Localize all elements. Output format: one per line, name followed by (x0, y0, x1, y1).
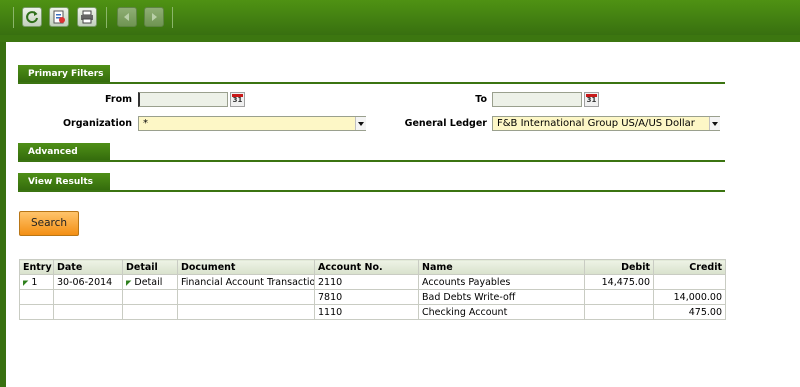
detail-cell (122, 289, 178, 305)
refresh-button[interactable] (22, 7, 42, 27)
to-date-input[interactable] (492, 92, 582, 107)
search-button[interactable]: Search (19, 211, 79, 236)
account-no-cell: 2110 (314, 274, 419, 290)
column-header-detail[interactable]: Detail (122, 259, 178, 275)
from-date-input[interactable] (138, 92, 228, 107)
next-icon (152, 13, 157, 21)
section-divider (18, 82, 725, 84)
credit-cell (653, 274, 726, 290)
print-icon (81, 10, 93, 24)
toolbar-separator (13, 7, 14, 28)
next-button[interactable] (144, 7, 164, 27)
document-cell (177, 304, 315, 320)
entry-link[interactable]: 1 (31, 277, 37, 288)
advanced-filters-tab[interactable]: Advanced Filters (18, 143, 110, 175)
toolbar-separator (172, 7, 173, 28)
column-header-date[interactable]: Date (53, 259, 123, 275)
table-row: 1110 Checking Account 475.00 (19, 304, 726, 320)
debit-cell (584, 304, 654, 320)
column-header-document[interactable]: Document (177, 259, 315, 275)
entry-cell[interactable]: ◤ 1 (19, 274, 54, 290)
account-name-cell: Checking Account (418, 304, 585, 320)
link-arrow-icon: ◤ (23, 278, 29, 287)
link-arrow-icon: ◤ (126, 278, 132, 287)
toolbar-bottom-edge (0, 35, 800, 42)
view-results-tab[interactable]: View Results (18, 173, 110, 191)
general-ledger-dropdown-icon[interactable] (709, 117, 720, 130)
date-cell (53, 304, 123, 320)
results-table: Entry Date Detail Document Account No. N… (19, 259, 726, 320)
entry-cell (19, 304, 54, 320)
previous-icon (124, 13, 129, 21)
refresh-icon (26, 11, 38, 24)
document-cell (177, 289, 315, 305)
from-label: From (105, 94, 132, 105)
column-header-credit[interactable]: Credit (653, 259, 726, 275)
credit-cell: 475.00 (653, 304, 726, 320)
report-icon (53, 10, 65, 24)
table-row: ◤ 1 30-06-2014 ◤ Detail Financial Account … (19, 274, 726, 290)
print-button[interactable] (77, 7, 97, 27)
detail-cell[interactable]: ◤ Detail (122, 274, 178, 290)
calendar-day: 31 (232, 96, 243, 104)
date-cell: 30-06-2014 (53, 274, 123, 290)
table-header-row: Entry Date Detail Document Account No. N… (19, 259, 726, 275)
credit-cell: 14,000.00 (653, 289, 726, 305)
to-calendar-button[interactable]: 31 (584, 92, 599, 107)
organization-value: * (143, 118, 148, 129)
account-name-cell: Accounts Payables (418, 274, 585, 290)
column-header-account-no[interactable]: Account No. (314, 259, 419, 275)
report-button[interactable] (49, 7, 69, 27)
document-cell: Financial Account Transaction (177, 274, 315, 290)
table-row: 7810 Bad Debts Write-off 14,000.00 (19, 289, 726, 305)
section-divider (18, 190, 725, 192)
organization-label: Organization (62, 118, 132, 129)
previous-button[interactable] (117, 7, 137, 27)
general-ledger-label: General Ledger (404, 118, 487, 129)
toolbar-separator (106, 7, 107, 28)
debit-cell: 14,475.00 (584, 274, 654, 290)
primary-filters-tab[interactable]: Primary Filters (18, 65, 110, 83)
detail-link[interactable]: Detail (134, 277, 162, 288)
organization-dropdown-icon[interactable] (355, 117, 366, 130)
account-no-cell: 7810 (314, 289, 419, 305)
column-header-name[interactable]: Name (418, 259, 585, 275)
column-header-entry[interactable]: Entry (19, 259, 54, 275)
general-ledger-value: F&B International Group US/A/US Dollar (497, 118, 695, 129)
calendar-day: 31 (586, 96, 597, 104)
detail-cell (122, 304, 178, 320)
account-name-cell: Bad Debts Write-off (418, 289, 585, 305)
debit-cell (584, 289, 654, 305)
to-label: To (475, 94, 487, 105)
toolbar (0, 0, 800, 35)
general-ledger-select[interactable]: F&B International Group US/A/US Dollar (492, 116, 720, 131)
entry-cell (19, 289, 54, 305)
from-calendar-button[interactable]: 31 (230, 92, 245, 107)
organization-select[interactable]: * (138, 116, 366, 131)
column-header-debit[interactable]: Debit (584, 259, 654, 275)
date-cell (53, 289, 123, 305)
section-divider (18, 160, 725, 162)
account-no-cell: 1110 (314, 304, 419, 320)
